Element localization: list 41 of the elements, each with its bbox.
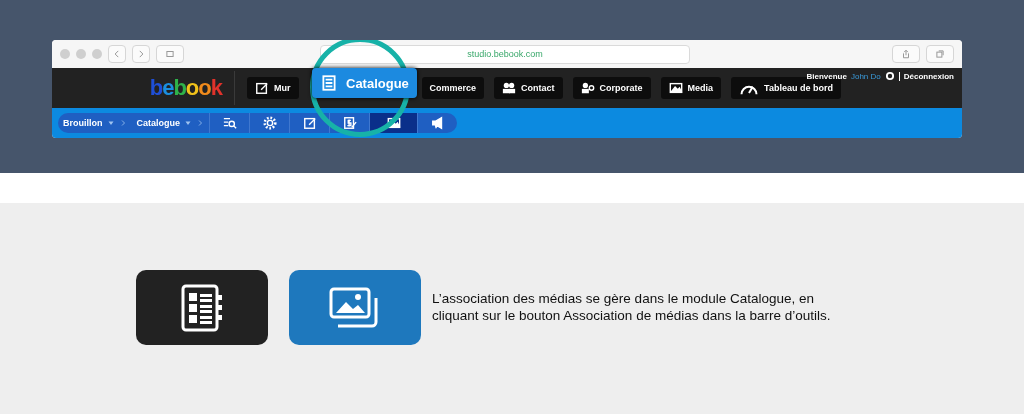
breadcrumb-item[interactable]: Catalogue [131,118,209,128]
image-icon [668,81,683,95]
share-button[interactable] [892,45,920,63]
dollar-document-icon [342,116,357,130]
forward-icon [136,49,146,59]
gear-icon [262,116,277,130]
share-icon [901,49,911,59]
catalogue-icon [320,74,338,92]
zoom-dot[interactable] [92,49,102,59]
nav-button[interactable]: Contact [494,77,563,99]
nav-button[interactable]: Media [660,77,722,99]
caret-icon [106,119,115,127]
sidebar-icon [165,49,175,59]
tabs-icon [935,49,945,59]
breadcrumb-item[interactable]: Brouillon [58,118,132,128]
people-icon [502,81,517,95]
tabs-button[interactable] [926,45,954,63]
caret-icon [184,119,192,127]
minimize-dot[interactable] [76,49,86,59]
logo: bebook [148,75,222,101]
nav-button[interactable]: Commerce [421,77,485,99]
user-name[interactable]: John Do [850,71,881,81]
megaphone-icon [430,116,445,130]
sidebar-button[interactable] [156,45,184,63]
edit-icon [302,116,317,130]
image-icon [386,116,401,130]
back-icon [112,49,122,59]
nav-button[interactable]: Corporate [572,77,651,99]
people-gear-icon [580,81,595,95]
edit-icon [255,81,269,95]
forward-button[interactable] [132,45,150,63]
close-dot[interactable] [60,49,70,59]
search-list-icon [222,116,237,130]
catalogue-icon [180,282,224,333]
logout-link[interactable]: Déconnexion [903,71,954,81]
back-button[interactable] [108,45,126,63]
caption: L’association des médias se gère dans le module Catalogue, en cliquant sur le bouton Association de médias dans la barre d’outils. [432,290,832,324]
catalogue-button[interactable]: Catalogue [312,68,417,98]
chevron-icon [196,119,204,127]
nav-button[interactable]: Mur [247,77,299,99]
settings-icon [884,71,895,81]
